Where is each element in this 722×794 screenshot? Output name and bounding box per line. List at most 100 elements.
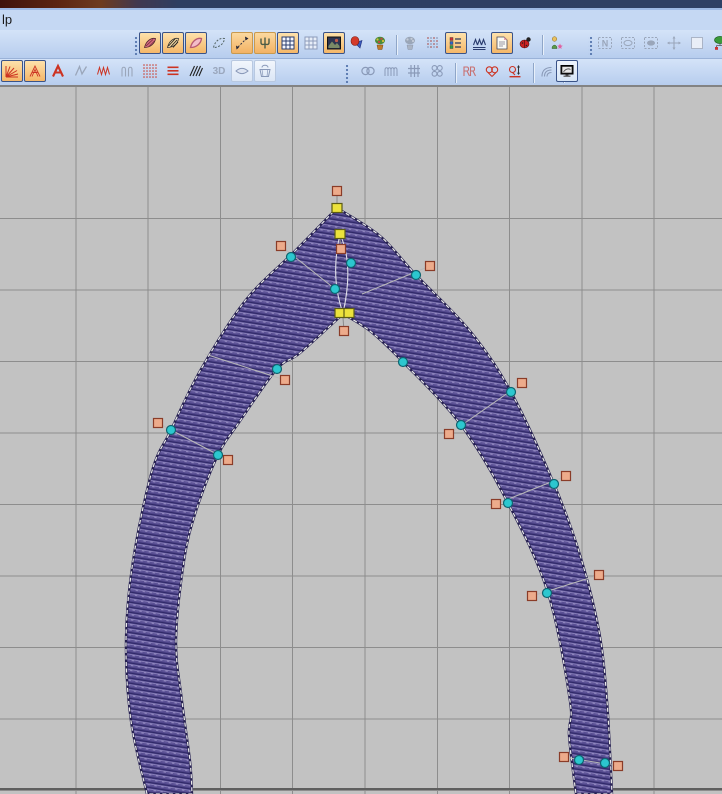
sequin-rr-tool[interactable] (458, 60, 480, 82)
sequin-updown-tool[interactable] (504, 60, 526, 82)
show-artwork-tool[interactable] (369, 32, 391, 54)
control-handle-square[interactable] (492, 500, 501, 509)
toolbar-group: N (594, 32, 722, 54)
color-film-tool[interactable] (445, 32, 467, 54)
toolbar-group (545, 32, 567, 54)
control-handle-square[interactable] (560, 753, 569, 762)
control-handle-square[interactable] (518, 379, 527, 388)
start-end-marker[interactable] (332, 204, 342, 213)
dashed-outline-tool[interactable] (208, 32, 230, 54)
show-image-tool[interactable] (323, 32, 345, 54)
svg-text:N: N (602, 39, 609, 49)
start-end-marker[interactable] (335, 230, 345, 239)
control-handle-square[interactable] (445, 430, 454, 439)
control-handle-square[interactable] (528, 592, 537, 601)
move-center-tool[interactable] (663, 32, 685, 54)
toolbar-drag-handle[interactable] (133, 35, 138, 55)
zigzag-gray-tool[interactable] (70, 60, 92, 82)
control-handle-square[interactable] (426, 262, 435, 271)
curve-node[interactable] (347, 259, 356, 268)
curve-node[interactable] (601, 759, 610, 768)
curve-node[interactable] (287, 253, 296, 262)
toolbar-separator (455, 63, 457, 83)
curve-node[interactable] (504, 499, 513, 508)
curve-node[interactable] (167, 426, 176, 435)
design-canvas[interactable] (0, 85, 722, 794)
toolbar-separator (533, 63, 535, 83)
tatami-fill-tool[interactable] (139, 60, 161, 82)
control-handle-square[interactable] (333, 187, 342, 196)
operator-wand-tool[interactable] (545, 32, 567, 54)
design-properties-tool[interactable] (491, 32, 513, 54)
show-grid-tool[interactable] (277, 32, 299, 54)
hatch-fill-tool[interactable] (162, 32, 184, 54)
control-handle-square[interactable] (340, 327, 349, 336)
curve-node[interactable] (507, 388, 516, 397)
hoop-tree-tool[interactable] (709, 32, 722, 54)
control-handle-square[interactable] (595, 571, 604, 580)
outline-stitch-tool[interactable] (185, 32, 207, 54)
curve-node[interactable] (543, 589, 552, 598)
lens-effect-tool[interactable] (231, 60, 253, 82)
contour-a-tool[interactable] (24, 60, 46, 82)
curve-node[interactable] (214, 451, 223, 460)
chain-88-tool[interactable] (426, 60, 448, 82)
start-end-marker[interactable] (344, 309, 354, 318)
stitch-player-tool[interactable] (468, 32, 490, 54)
curve-node[interactable] (273, 365, 282, 374)
toolbar-row-2: 3D (0, 58, 722, 85)
toolbar-separator (542, 35, 544, 55)
weave-tool[interactable] (403, 60, 425, 82)
satin-arch-object[interactable] (0, 85, 722, 794)
stitch-fork-tool[interactable] (254, 32, 276, 54)
solid-a-tool[interactable] (47, 60, 69, 82)
control-handle-square[interactable] (281, 376, 290, 385)
column-loops-tool[interactable] (116, 60, 138, 82)
blank-frame-tool[interactable] (686, 32, 708, 54)
menu-item-help-fragment[interactable]: lp (2, 12, 12, 27)
curve-node[interactable] (457, 421, 466, 430)
curve-node[interactable] (399, 358, 408, 367)
toolbar-group: 3D (1, 60, 276, 82)
toolbar-group (399, 32, 536, 54)
toolbar-group (139, 32, 391, 54)
curve-node[interactable] (412, 271, 421, 280)
true-view-monitor-tool[interactable] (556, 60, 578, 82)
dot-grid-tool[interactable] (422, 32, 444, 54)
fan-stitch-tool[interactable] (1, 60, 23, 82)
double-ring-tool[interactable] (357, 60, 379, 82)
toolbar-group (458, 60, 526, 82)
artwork-dim-tool[interactable] (399, 32, 421, 54)
toolbar-group (556, 60, 578, 82)
menubar-fragment[interactable]: lp (0, 10, 722, 30)
control-handle-square[interactable] (224, 456, 233, 465)
toolbar-drag-handle[interactable] (588, 35, 593, 55)
control-handle-square[interactable] (154, 419, 163, 428)
curve-node[interactable] (550, 480, 559, 489)
sequin-qq-tool[interactable] (481, 60, 503, 82)
reshape-line-tool[interactable] (231, 32, 253, 54)
zigzag-red-tool[interactable] (93, 60, 115, 82)
mirror-n-tool[interactable]: N (594, 32, 616, 54)
basket-effect-tool[interactable] (254, 60, 276, 82)
m-loop-tool[interactable] (380, 60, 402, 82)
mirror-oval-filled-tool[interactable] (640, 32, 662, 54)
curve-node[interactable] (575, 756, 584, 765)
toolbar-drag-handle[interactable] (344, 63, 349, 83)
control-handle-square[interactable] (337, 245, 346, 254)
control-handle-square[interactable] (277, 242, 286, 251)
mirror-oval-tool[interactable] (617, 32, 639, 54)
nested-curves-tool[interactable] (536, 60, 558, 82)
grid-secondary-tool[interactable] (300, 32, 322, 54)
bug-report-tool[interactable] (514, 32, 536, 54)
control-handle-square[interactable] (614, 762, 623, 771)
satin-fill-tool[interactable] (139, 32, 161, 54)
curve-node[interactable] (331, 285, 340, 294)
toolbar-group (357, 60, 448, 82)
effect-3d-tool[interactable]: 3D (208, 60, 230, 82)
control-handle-square[interactable] (562, 472, 571, 481)
satin-lines-tool[interactable] (162, 60, 184, 82)
show-objects-tool[interactable] (346, 32, 368, 54)
toolbar-separator (396, 35, 398, 55)
motif-hatch-tool[interactable] (185, 60, 207, 82)
